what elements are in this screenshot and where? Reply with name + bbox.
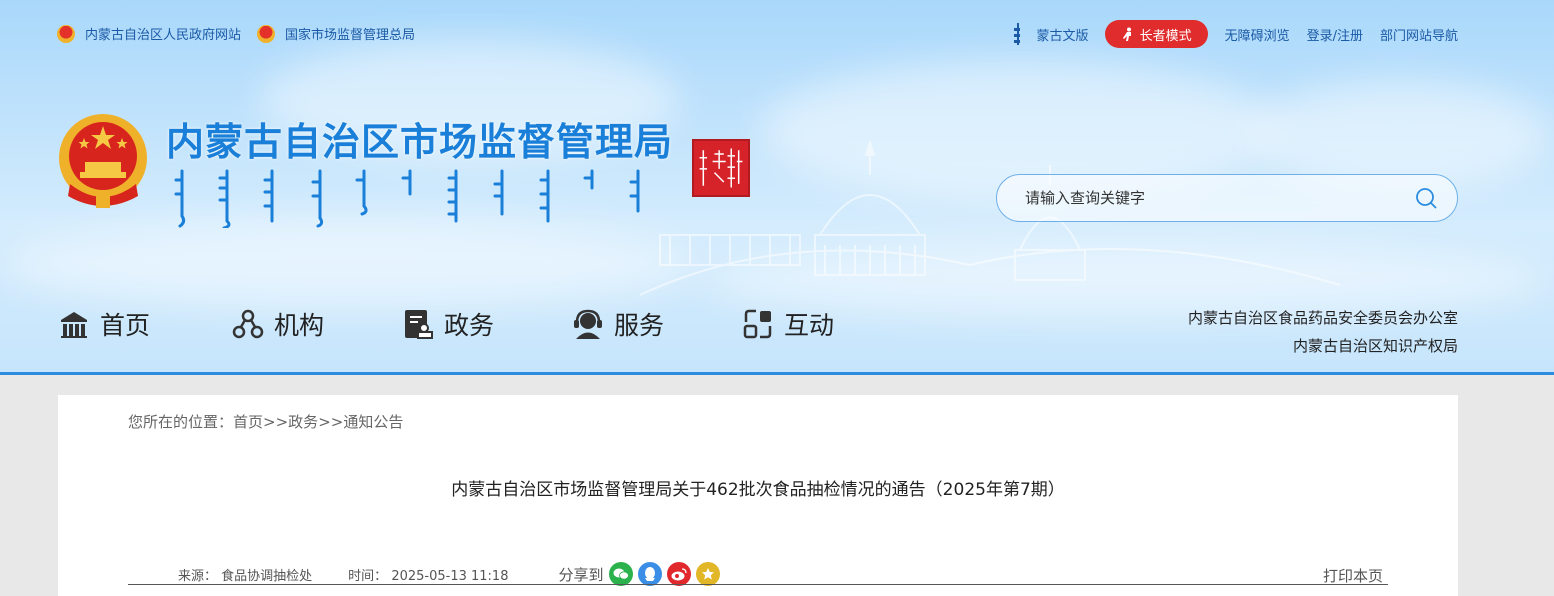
breadcrumb: 您所在的位置：首页>>政务>>通知公告 bbox=[128, 411, 403, 432]
breadcrumb-separator: >> bbox=[318, 413, 344, 431]
time-value: 2025-05-13 11:18 bbox=[391, 568, 509, 584]
accessible-browse-link[interactable]: 无障碍浏览 bbox=[1225, 25, 1290, 44]
weibo-share-icon[interactable] bbox=[666, 562, 691, 586]
meta-divider bbox=[128, 584, 1388, 585]
inner-mongolia-seal-logo bbox=[692, 139, 750, 197]
samr-site-link[interactable]: 国家市场监督管理总局 bbox=[257, 24, 415, 43]
search-icon[interactable] bbox=[1415, 187, 1437, 209]
elder-mode-button[interactable]: 长者模式 bbox=[1104, 20, 1208, 48]
site-title: 内蒙古自治区市场监督管理局 bbox=[166, 120, 674, 164]
gov-site-link[interactable]: 内蒙古自治区人民政府网站 bbox=[57, 24, 241, 43]
nav-interaction-label: 互动 bbox=[784, 311, 835, 340]
breadcrumb-current[interactable]: 通知公告 bbox=[343, 413, 403, 431]
national-emblem-icon bbox=[257, 24, 276, 43]
nav-home[interactable]: 首页 bbox=[58, 300, 232, 375]
header-divider bbox=[0, 372, 1554, 375]
breadcrumb-prefix: 您所在的位置： bbox=[128, 413, 234, 431]
national-emblem-logo bbox=[59, 114, 147, 208]
wechat-share-icon[interactable] bbox=[608, 562, 633, 586]
nav-government-affairs[interactable]: 政务 bbox=[402, 300, 572, 375]
article-card: 您所在的位置：首页>>政务>>通知公告 内蒙古自治区市场监督管理局关于462批次… bbox=[58, 395, 1458, 596]
mongolian-version-link[interactable]: 蒙古文版 bbox=[1037, 25, 1089, 44]
cloud-decoration bbox=[0, 220, 700, 310]
nav-service[interactable]: 服务 bbox=[572, 300, 742, 375]
breadcrumb-separator: >> bbox=[263, 413, 289, 431]
breadcrumb-home[interactable]: 首页 bbox=[233, 413, 263, 431]
dept-nav-link[interactable]: 部门网站导航 bbox=[1380, 25, 1458, 44]
search-input[interactable] bbox=[1025, 189, 1395, 207]
share-label: 分享到 bbox=[558, 565, 604, 584]
gov-site-label: 内蒙古自治区人民政府网站 bbox=[85, 28, 242, 43]
site-header: 内蒙古自治区人民政府网站 国家市场监督管理总局 蒙古文版 长者模式 无障碍浏览 … bbox=[0, 0, 1554, 375]
favorite-share-icon[interactable] bbox=[695, 562, 720, 586]
source-value: 食品协调抽检处 bbox=[221, 568, 313, 584]
related-sites: 内蒙古自治区食品药品安全委员会办公室 内蒙古自治区知识产权局 bbox=[1188, 304, 1458, 360]
elder-person-icon bbox=[1122, 27, 1131, 41]
main-nav: 首页 机构 政务 服务 互动 bbox=[58, 300, 912, 375]
organization-icon bbox=[232, 309, 264, 339]
samr-site-label: 国家市场监督管理总局 bbox=[285, 28, 416, 43]
search-box bbox=[996, 174, 1458, 222]
service-icon bbox=[574, 309, 602, 339]
nav-government-affairs-label: 政务 bbox=[444, 311, 495, 340]
time-label: 时间： bbox=[348, 568, 388, 584]
intellectual-property-office-link[interactable]: 内蒙古自治区知识产权局 bbox=[1188, 332, 1458, 360]
article-source: 来源： 食品协调抽检处 bbox=[178, 565, 312, 584]
print-page-link[interactable]: 打印本页 bbox=[1323, 565, 1383, 586]
mongolian-script-icon bbox=[1013, 23, 1027, 45]
national-emblem-icon bbox=[57, 24, 75, 43]
article-time: 时间： 2025-05-13 11:18 bbox=[348, 565, 508, 584]
login-register-link[interactable]: 登录/注册 bbox=[1307, 25, 1363, 44]
government-affairs-icon bbox=[405, 310, 433, 339]
share-bar: 分享到 bbox=[558, 562, 720, 586]
qq-share-icon[interactable] bbox=[637, 562, 662, 586]
nav-home-label: 首页 bbox=[100, 311, 151, 340]
nav-service-label: 服务 bbox=[614, 311, 665, 340]
nav-organization[interactable]: 机构 bbox=[232, 300, 402, 375]
mongolian-title-script bbox=[174, 169, 640, 228]
top-left-links: 内蒙古自治区人民政府网站 国家市场监督管理总局 bbox=[57, 24, 431, 43]
breadcrumb-section[interactable]: 政务 bbox=[288, 413, 318, 431]
article-title: 内蒙古自治区市场监督管理局关于462批次食品抽检情况的通告（2025年第7期） bbox=[451, 480, 1065, 500]
top-right-links: 蒙古文版 长者模式 无障碍浏览 登录/注册 部门网站导航 bbox=[1013, 20, 1458, 48]
food-drug-safety-office-link[interactable]: 内蒙古自治区食品药品安全委员会办公室 bbox=[1188, 304, 1458, 332]
home-icon bbox=[61, 312, 87, 338]
nav-interaction[interactable]: 互动 bbox=[742, 300, 912, 375]
interaction-icon bbox=[743, 309, 772, 339]
source-label: 来源： bbox=[178, 568, 218, 584]
article-meta: 来源： 食品协调抽检处 时间： 2025-05-13 11:18 分享到 bbox=[178, 562, 720, 586]
nav-organization-label: 机构 bbox=[274, 311, 325, 340]
elder-mode-label: 长者模式 bbox=[1139, 28, 1192, 44]
